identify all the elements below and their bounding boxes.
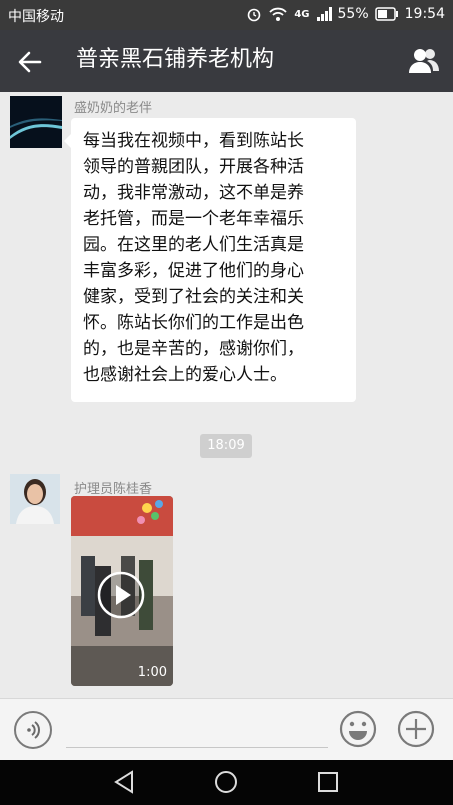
play-icon[interactable] [96,570,146,620]
message-line: 动，我非常激动，这不单是养 [83,183,304,203]
recents-nav-icon[interactable] [314,768,342,796]
voice-input-button[interactable] [14,711,52,749]
video-message[interactable]: 1:00 [71,496,173,686]
home-nav-icon[interactable] [212,768,240,796]
message-line: 丰富多彩，促进了他们的身心 [83,261,304,281]
avatar[interactable] [10,474,60,524]
signal-icon [316,7,332,21]
add-attachment-icon[interactable] [396,709,436,749]
group-members-icon[interactable] [407,46,441,76]
input-bar [0,698,453,760]
navigation-bar [0,760,453,805]
message-line: 的，也是辛苦的，感谢你们， [83,339,304,359]
emoji-icon[interactable] [338,709,378,749]
carrier-name: 中国移动 [8,9,64,25]
message-line: 怀。陈站长你们的工作是出色 [83,313,304,333]
battery-icon [374,7,398,21]
message-input[interactable] [66,747,328,748]
alarm-icon [248,8,261,22]
clock: 19:54 [404,6,445,22]
status-icons: 4G 55% 19:54 [246,6,445,22]
sender-name: 盛奶奶的老伴 [74,101,153,116]
title-bar: 普亲黑石铺养老机构 [0,30,453,92]
message-line: 也感谢社会上的爱心人士。 [83,365,287,385]
battery-percent: 55% [337,6,369,22]
message-line: 老托管，而是一个老年幸福乐 [83,209,304,229]
video-duration: 1:00 [137,665,167,680]
wifi-icon [269,7,287,21]
chat-title: 普亲黑石铺养老机构 [76,47,275,72]
message-line: 领导的普親团队，开展各种活 [83,157,304,177]
chat-area[interactable]: 盛奶奶的老伴 每当我在视频中，看到陈站长 领导的普親团队，开展各种活 动，我非常… [0,92,453,698]
voice-icon [27,721,40,739]
back-nav-icon[interactable] [110,768,138,796]
status-bar: 中国移动 4G 55% 19:54 [0,0,453,30]
sender-name: 护理员陈桂香 [74,482,153,497]
message-line: 健家，受到了社会的关注和关 [83,287,304,307]
message-line: 每当我在视频中，看到陈站长 [83,131,304,151]
message-timestamp: 18:09 [200,434,252,458]
message-line: 园。在这里的老人们生活真是 [83,235,304,255]
network-type: 4G [294,8,310,20]
avatar[interactable] [10,96,62,148]
back-arrow-icon[interactable] [16,48,44,76]
message-bubble[interactable]: 每当我在视频中，看到陈站长 领导的普親团队，开展各种活 动，我非常激动，这不单是… [64,118,356,402]
